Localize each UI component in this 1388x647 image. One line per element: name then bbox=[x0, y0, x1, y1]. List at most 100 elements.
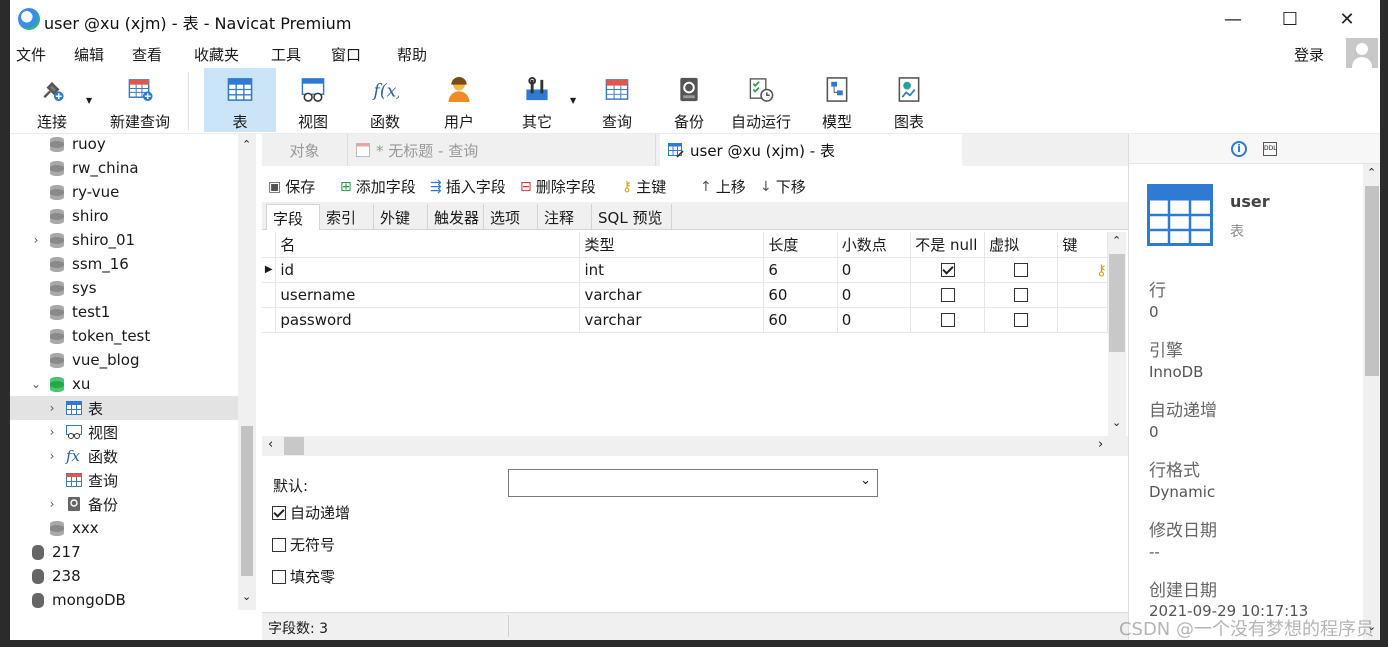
tree-item-shiro-01[interactable]: › shiro_01 bbox=[10, 228, 238, 252]
table-row[interactable]: ▶ id int 6 0 ⚷ bbox=[262, 257, 1108, 283]
tree-item-backups[interactable]: › 备份 bbox=[10, 492, 238, 516]
virtual-cell[interactable] bbox=[984, 282, 1059, 308]
insert-field-button[interactable]: ⇶ 插入字段 bbox=[430, 176, 506, 197]
tree-item-shiro[interactable]: shiro bbox=[10, 204, 238, 228]
column-header-virtual[interactable]: 虚拟 bbox=[984, 232, 1059, 258]
chevron-right-icon[interactable]: › bbox=[46, 497, 58, 511]
not-null-cell[interactable] bbox=[910, 257, 986, 283]
tab-objects[interactable]: 对象 bbox=[262, 134, 348, 166]
column-header-name[interactable]: 名 bbox=[275, 232, 581, 258]
tab-indexes[interactable]: 索引 bbox=[320, 204, 374, 230]
field-name-cell[interactable]: password bbox=[275, 307, 581, 333]
connect-button[interactable]: 连接 bbox=[24, 68, 80, 132]
tree-item-238[interactable]: 238 bbox=[10, 564, 238, 588]
menu-favorites[interactable]: 收藏夹 bbox=[194, 44, 239, 65]
key-cell[interactable] bbox=[1057, 307, 1108, 333]
primary-key-button[interactable]: ⚷ 主键 bbox=[622, 176, 666, 197]
tree-item-217[interactable]: 217 bbox=[10, 540, 238, 564]
zerofill-checkbox[interactable] bbox=[272, 569, 286, 584]
menu-tools[interactable]: 工具 bbox=[271, 44, 301, 65]
column-header-decimals[interactable]: 小数点 bbox=[837, 232, 912, 258]
field-name-cell[interactable]: id bbox=[275, 257, 581, 283]
add-field-button[interactable]: ⊞ 添加字段 bbox=[340, 176, 416, 197]
field-name-cell[interactable]: username bbox=[275, 282, 581, 308]
column-header-type[interactable]: 类型 bbox=[579, 232, 765, 258]
tree-item-mongodb[interactable]: mongoDB bbox=[10, 588, 238, 610]
virtual-checkbox[interactable] bbox=[1014, 288, 1029, 302]
scroll-down-icon[interactable]: ⌄ bbox=[1112, 416, 1121, 429]
ddl-icon[interactable]: DDL bbox=[1263, 142, 1277, 156]
field-decimals-cell[interactable]: 0 bbox=[837, 257, 912, 283]
field-type-cell[interactable]: varchar bbox=[579, 307, 765, 333]
auto-increment-checkbox[interactable] bbox=[272, 505, 286, 520]
minimize-button[interactable]: — bbox=[1206, 0, 1260, 38]
tab-sql-preview[interactable]: SQL 预览 bbox=[592, 204, 672, 230]
unsigned-checkbox[interactable] bbox=[272, 537, 286, 552]
grid-horizontal-scrollbar[interactable]: ‹ › bbox=[262, 436, 1128, 456]
tree-item-ssm-16[interactable]: ssm_16 bbox=[10, 252, 238, 276]
tab-fields[interactable]: 字段 bbox=[266, 204, 320, 230]
chart-button[interactable]: 图表 bbox=[876, 68, 942, 132]
tab-user-table[interactable]: user @xu (xjm) - 表 bbox=[660, 134, 962, 166]
column-header-not-null[interactable]: 不是 null bbox=[910, 232, 986, 258]
default-value-select[interactable]: ⌄ bbox=[508, 469, 878, 497]
function-button[interactable]: f(x) 函数 bbox=[352, 68, 418, 132]
tree-item-ruoy[interactable]: ruoy bbox=[10, 134, 238, 156]
tab-untitled-query[interactable]: * 无标题 - 查询 bbox=[350, 134, 656, 166]
info-scroll-thumb[interactable] bbox=[1365, 186, 1379, 376]
move-up-button[interactable]: ↑ 上移 bbox=[700, 176, 746, 197]
grid-horizontal-scroll-thumb[interactable] bbox=[284, 437, 304, 455]
tab-foreign-keys[interactable]: 外键 bbox=[374, 204, 428, 230]
table-row[interactable]: password varchar 60 0 bbox=[262, 307, 1108, 333]
field-decimals-cell[interactable]: 0 bbox=[837, 307, 912, 333]
view-button[interactable]: 视图 bbox=[280, 68, 346, 132]
field-length-cell[interactable]: 6 bbox=[763, 257, 838, 283]
user-button[interactable]: 用户 bbox=[426, 68, 492, 132]
tree-item-vue-blog[interactable]: vue_blog bbox=[10, 348, 238, 372]
tree-item-xu[interactable]: ⌄ xu bbox=[10, 372, 238, 396]
connect-dropdown-icon[interactable]: ▼ bbox=[86, 96, 92, 105]
not-null-checkbox[interactable] bbox=[940, 288, 955, 302]
tree-item-token-test[interactable]: token_test bbox=[10, 324, 238, 348]
delete-field-button[interactable]: ⊟ 删除字段 bbox=[520, 176, 596, 197]
tree-item-tables[interactable]: › 表 bbox=[10, 396, 238, 420]
chevron-right-icon[interactable]: › bbox=[46, 449, 58, 463]
not-null-cell[interactable] bbox=[910, 282, 986, 308]
other-dropdown-icon[interactable]: ▼ bbox=[570, 96, 576, 105]
close-button[interactable]: ✕ bbox=[1320, 0, 1374, 38]
table-row[interactable]: username varchar 60 0 bbox=[262, 282, 1108, 308]
scroll-up-icon[interactable]: ⌃ bbox=[1367, 166, 1376, 179]
tab-comments[interactable]: 注释 bbox=[538, 204, 592, 230]
tree-item-functions[interactable]: › fx 函数 bbox=[10, 444, 238, 468]
info-icon[interactable]: i bbox=[1231, 141, 1247, 157]
not-null-cell[interactable] bbox=[910, 307, 986, 333]
avatar-icon[interactable] bbox=[1346, 38, 1378, 70]
field-decimals-cell[interactable]: 0 bbox=[837, 282, 912, 308]
backup-button[interactable]: 备份 bbox=[656, 68, 722, 132]
field-length-cell[interactable]: 60 bbox=[763, 307, 838, 333]
tree-scroll-thumb[interactable] bbox=[241, 426, 253, 576]
chevron-right-icon[interactable]: › bbox=[30, 233, 42, 247]
other-button[interactable]: 其它 bbox=[504, 68, 570, 132]
move-down-button[interactable]: ↓ 下移 bbox=[760, 176, 806, 197]
new-query-button[interactable]: 新建查询 bbox=[98, 68, 182, 132]
tree-item-test1[interactable]: test1 bbox=[10, 300, 238, 324]
auto-increment-option[interactable]: 自动递增 bbox=[272, 502, 350, 523]
grid-vertical-scroll-thumb[interactable] bbox=[1109, 254, 1125, 352]
column-header-length[interactable]: 长度 bbox=[763, 232, 838, 258]
column-header-key[interactable]: 键 bbox=[1057, 232, 1108, 258]
tree-item-views[interactable]: › 视图 bbox=[10, 420, 238, 444]
virtual-cell[interactable] bbox=[984, 257, 1059, 283]
virtual-checkbox[interactable] bbox=[1014, 263, 1029, 277]
virtual-checkbox[interactable] bbox=[1014, 313, 1029, 327]
model-button[interactable]: 模型 bbox=[804, 68, 870, 132]
scroll-right-icon[interactable]: › bbox=[1098, 437, 1103, 452]
scroll-down-icon[interactable]: ⌄ bbox=[242, 590, 251, 603]
not-null-checkbox[interactable] bbox=[940, 313, 955, 327]
scroll-left-icon[interactable]: ‹ bbox=[268, 437, 273, 452]
query-button[interactable]: 查询 bbox=[584, 68, 650, 132]
maximize-button[interactable]: ☐ bbox=[1263, 0, 1317, 38]
menu-window[interactable]: 窗口 bbox=[331, 44, 361, 65]
field-type-cell[interactable]: varchar bbox=[579, 282, 765, 308]
tree-item-xxx[interactable]: xxx bbox=[10, 516, 238, 540]
